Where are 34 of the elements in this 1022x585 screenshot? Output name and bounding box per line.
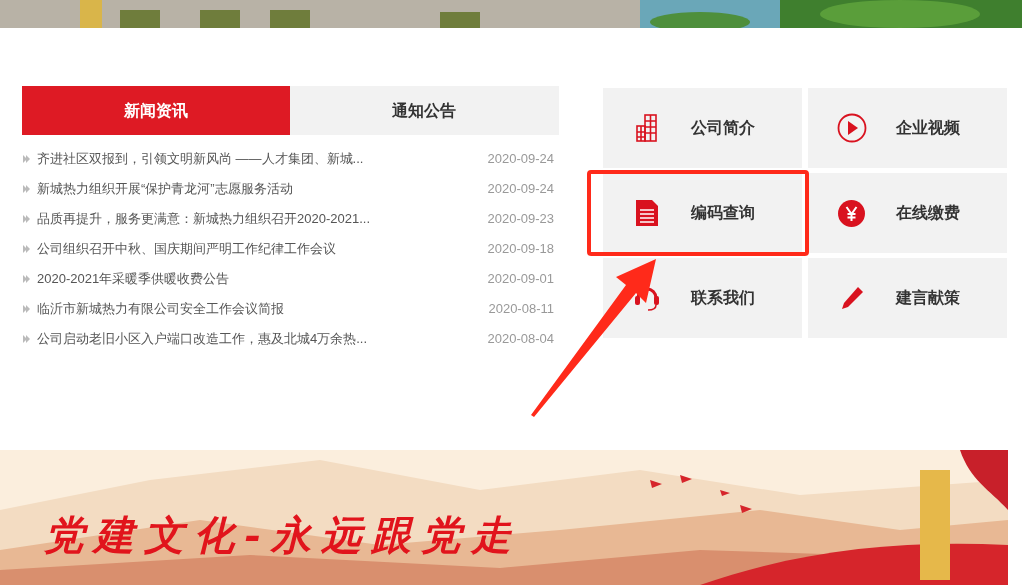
- arrow-icon: [23, 275, 30, 283]
- news-date: 2020-09-01: [487, 270, 554, 289]
- quick-link-tile[interactable]: 在线缴费: [807, 173, 1007, 253]
- building-icon: [636, 114, 658, 142]
- arrow-icon: [23, 335, 30, 343]
- news-date: 2020-09-23: [487, 210, 554, 229]
- quick-link-tile[interactable]: 联系我们: [603, 258, 802, 338]
- news-link[interactable]: 齐进社区双报到，引领文明新风尚 ——人才集团、新城...: [37, 149, 364, 169]
- arrow-icon: [23, 305, 30, 313]
- news-tab[interactable]: 新闻资讯: [22, 86, 290, 135]
- news-date: 2020-08-11: [488, 300, 554, 319]
- arrow-icon: [23, 155, 30, 163]
- document-icon: [636, 200, 658, 226]
- news-link[interactable]: 2020-2021年采暖季供暖收费公告: [37, 269, 230, 289]
- arrow-icon: [23, 185, 30, 193]
- news-link[interactable]: 公司组织召开中秋、国庆期间严明工作纪律工作会议: [37, 239, 336, 259]
- quick-link-tile[interactable]: 编码查询: [603, 173, 802, 253]
- news-date: 2020-09-24: [487, 180, 554, 199]
- news-date: 2020-08-04: [487, 330, 554, 349]
- news-link[interactable]: 新城热力组织开展“保护青龙河”志愿服务活动: [37, 179, 293, 199]
- pencil-icon: [839, 286, 864, 310]
- news-date: 2020-09-18: [487, 240, 554, 259]
- yuan-icon: [838, 199, 865, 227]
- quick-link-tile[interactable]: 企业视频: [807, 88, 1007, 168]
- news-link[interactable]: 公司启动老旧小区入户端口改造工作，惠及北城4万余热...: [37, 329, 368, 349]
- news-date: 2020-09-24: [487, 150, 554, 169]
- arrow-icon: [23, 215, 30, 223]
- arrow-icon: [23, 245, 30, 253]
- banner-title: 党建文化-永远跟党走: [44, 510, 521, 560]
- quick-link-tile[interactable]: 公司简介: [603, 88, 802, 168]
- news-link[interactable]: 临沂市新城热力有限公司安全工作会议简报: [37, 299, 284, 319]
- quick-link-tile[interactable]: 建言献策: [807, 258, 1007, 338]
- play-icon: [836, 113, 867, 143]
- news-link[interactable]: 品质再提升，服务更满意：新城热力组织召开2020-2021...: [37, 209, 370, 229]
